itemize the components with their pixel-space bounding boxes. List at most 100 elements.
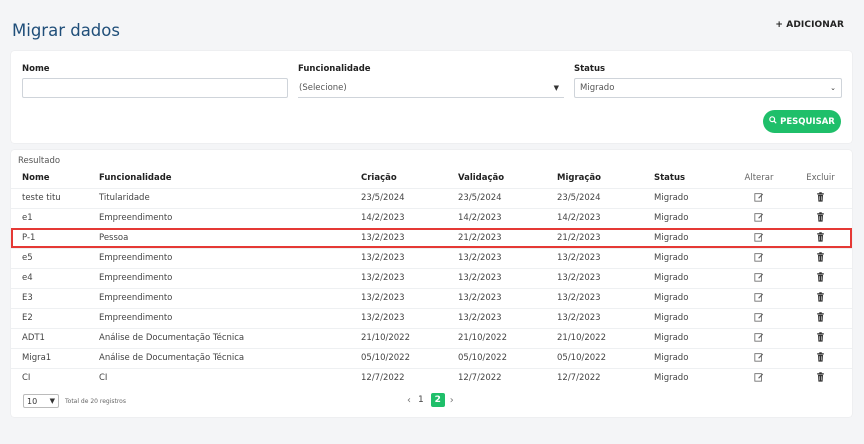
col-excluir: Excluir <box>806 172 835 183</box>
cell-nome: e4 <box>22 273 33 283</box>
trash-icon[interactable] <box>816 331 825 345</box>
table-header-row: Nome Funcionalidade Criação Validação Mi… <box>11 168 852 188</box>
cell-criacao: 05/10/2022 <box>361 353 410 363</box>
cell-nome: P-1 <box>22 233 36 243</box>
trash-icon[interactable] <box>816 372 825 385</box>
cell-migracao: 13/2/2023 <box>557 293 601 303</box>
cell-migracao: 21/10/2022 <box>557 333 606 343</box>
col-funcionalidade[interactable]: Funcionalidade <box>99 168 361 188</box>
nome-field[interactable] <box>22 78 288 98</box>
table-row[interactable]: E2 Empreendimento 13/2/2023 13/2/2023 13/2/2… <box>11 308 852 328</box>
cell-status: Migrado <box>654 193 689 203</box>
table-row[interactable]: Migra1 Análise de Documentação Técnica 05/… <box>11 348 852 368</box>
col-nome[interactable]: Nome <box>11 168 99 188</box>
edit-icon[interactable] <box>754 292 764 305</box>
prev-page-icon[interactable]: ‹ <box>407 395 411 406</box>
alterar-cell <box>729 288 789 308</box>
trash-icon[interactable] <box>816 351 825 365</box>
cell-status: Migrado <box>654 233 689 243</box>
cell-funcionalidade: CI <box>99 373 108 384</box>
excluir-cell <box>789 208 852 228</box>
col-validacao[interactable]: Validação <box>458 168 557 188</box>
alterar-cell <box>729 308 789 328</box>
page-size-select[interactable]: 10 ▼ <box>23 394 59 408</box>
page-2-button[interactable]: 2 <box>430 393 445 407</box>
nome-label: Nome <box>22 64 50 74</box>
table-row[interactable]: e5 Empreendimento 13/2/2023 13/2/2023 13/2/2… <box>11 248 852 268</box>
search-label: PESQUISAR <box>780 116 835 127</box>
alterar-cell <box>729 368 789 388</box>
cell-status: Migrado <box>654 373 689 384</box>
search-button[interactable]: PESQUISAR <box>763 110 841 133</box>
table-row[interactable]: e4 Empreendimento 13/2/2023 13/2/2023 13/2/2… <box>11 268 852 288</box>
edit-icon[interactable] <box>754 232 764 245</box>
trash-icon[interactable] <box>816 251 825 265</box>
table-row[interactable]: ADT1 Análise de Documentação Técnica 21/10… <box>11 328 852 348</box>
cell-status: Migrado <box>654 293 689 303</box>
edit-icon[interactable] <box>754 372 764 385</box>
excluir-cell <box>789 308 852 328</box>
excluir-cell <box>789 288 852 308</box>
cell-migracao: 12/7/2022 <box>557 373 601 384</box>
funcionalidade-value: (Selecione) <box>299 83 347 93</box>
add-button[interactable]: + ADICIONAR <box>775 20 844 30</box>
edit-icon[interactable] <box>754 312 764 325</box>
cell-migracao: 23/5/2024 <box>557 193 601 203</box>
excluir-cell <box>789 268 852 288</box>
edit-icon[interactable] <box>754 252 764 265</box>
status-label: Status <box>574 64 606 74</box>
cell-funcionalidade: Empreendimento <box>99 273 173 283</box>
cell-validacao: 23/5/2024 <box>458 193 502 203</box>
cell-nome: ADT1 <box>22 333 45 343</box>
excluir-cell <box>789 228 852 248</box>
edit-icon[interactable] <box>754 272 764 285</box>
cell-criacao: 23/5/2024 <box>361 193 405 203</box>
cell-funcionalidade: Empreendimento <box>99 293 173 303</box>
search-icon <box>769 116 777 127</box>
table-row[interactable]: CI CI 12/7/2022 12/7/2022 12/7/2022 Migrado <box>11 368 852 388</box>
page-size-area: 10 ▼ Total de 20 registros <box>23 394 126 408</box>
cell-criacao: 13/2/2023 <box>361 253 405 263</box>
table-row[interactable]: teste titu Titularidade 23/5/2024 23/5/2024… <box>11 188 852 208</box>
trash-icon[interactable] <box>816 191 825 205</box>
cell-criacao: 13/2/2023 <box>361 313 405 323</box>
cell-funcionalidade: Empreendimento <box>99 213 173 223</box>
cell-criacao: 13/2/2023 <box>361 293 405 303</box>
results-table: Nome Funcionalidade Criação Validação Mi… <box>11 168 852 388</box>
cell-nome: E2 <box>22 313 33 323</box>
cell-nome: E3 <box>22 293 33 303</box>
results-panel: Resultado Nome Funcionalidade Criação Va… <box>11 150 852 417</box>
cell-validacao: 14/2/2023 <box>458 213 502 223</box>
table-row[interactable]: e1 Empreendimento 14/2/2023 14/2/2023 14/2/2… <box>11 208 852 228</box>
edit-icon[interactable] <box>754 192 764 205</box>
trash-icon[interactable] <box>816 271 825 285</box>
table-row[interactable]: E3 Empreendimento 13/2/2023 13/2/2023 13/2/2… <box>11 288 852 308</box>
trash-icon[interactable] <box>816 231 825 245</box>
funcionalidade-select[interactable]: (Selecione) ▼ <box>298 78 564 98</box>
cell-criacao: 21/10/2022 <box>361 333 410 343</box>
cell-funcionalidade: Pessoa <box>99 233 129 243</box>
edit-icon[interactable] <box>754 212 764 225</box>
col-criacao[interactable]: Criação <box>361 168 458 188</box>
cell-validacao: 13/2/2023 <box>458 313 502 323</box>
alterar-cell <box>729 268 789 288</box>
page-1-button[interactable]: 1 <box>416 394 426 406</box>
nome-input[interactable] <box>28 79 282 97</box>
trash-icon[interactable] <box>816 291 825 305</box>
col-migracao[interactable]: Migração <box>557 168 654 188</box>
cell-funcionalidade: Empreendimento <box>99 253 173 263</box>
edit-icon[interactable] <box>754 352 764 365</box>
table-row-highlighted[interactable]: P-1 Pessoa 13/2/2023 21/2/2023 21/2/2023 Migr… <box>11 228 852 248</box>
edit-icon[interactable] <box>754 332 764 345</box>
pagination: ‹ 1 2 › <box>407 393 454 407</box>
cell-migracao: 13/2/2023 <box>557 273 601 283</box>
cell-status: Migrado <box>654 333 689 343</box>
cell-criacao: 12/7/2022 <box>361 373 405 384</box>
next-page-icon[interactable]: › <box>450 395 454 406</box>
excluir-cell <box>789 188 852 208</box>
status-select[interactable]: Migrado ⌄ <box>574 78 842 98</box>
caret-down-icon: ▼ <box>553 84 559 92</box>
col-status[interactable]: Status <box>654 168 729 188</box>
trash-icon[interactable] <box>816 311 825 325</box>
trash-icon[interactable] <box>816 211 825 225</box>
